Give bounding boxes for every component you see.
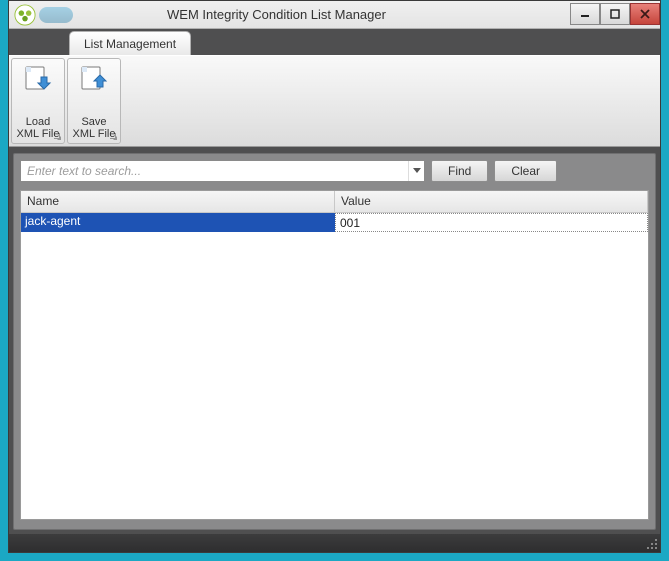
maximize-button[interactable] — [600, 3, 630, 25]
chevron-down-icon[interactable] — [408, 161, 424, 181]
grid-body: jack-agent 001 — [21, 213, 648, 232]
accent-pill — [39, 7, 73, 23]
find-button[interactable]: Find — [431, 160, 488, 182]
status-bar — [9, 534, 660, 552]
resize-grip-icon[interactable] — [644, 536, 658, 550]
app-icon — [11, 3, 39, 27]
grid-header: Name Value — [21, 191, 648, 213]
save-xml-icon — [78, 65, 110, 93]
titlebar: WEM Integrity Condition List Manager — [9, 1, 660, 29]
dialog-launcher-icon[interactable] — [52, 131, 62, 141]
ribbon: Load XML File Save XML File — [9, 55, 660, 147]
column-header-value[interactable]: Value — [335, 191, 648, 212]
results-grid[interactable]: Name Value jack-agent 001 — [20, 190, 649, 520]
load-xml-icon — [22, 65, 54, 93]
content-panel: Find Clear Name Value jack-agent 001 — [13, 153, 656, 530]
cell-name[interactable]: jack-agent — [21, 213, 335, 232]
search-row: Find Clear — [20, 160, 649, 182]
tab-list-management[interactable]: List Management — [69, 31, 191, 55]
column-header-name[interactable]: Name — [21, 191, 335, 212]
dialog-launcher-icon[interactable] — [108, 131, 118, 141]
window-title: WEM Integrity Condition List Manager — [43, 7, 570, 22]
search-input[interactable] — [21, 161, 408, 181]
clear-button[interactable]: Clear — [494, 160, 557, 182]
table-row[interactable]: jack-agent 001 — [21, 213, 648, 232]
load-xml-button[interactable]: Load XML File — [11, 58, 65, 144]
tab-strip: List Management — [9, 29, 660, 55]
minimize-button[interactable] — [570, 3, 600, 25]
tab-label: List Management — [84, 37, 176, 51]
app-window: WEM Integrity Condition List Manager Lis… — [0, 0, 669, 561]
close-button[interactable] — [630, 3, 660, 25]
search-combo[interactable] — [20, 160, 425, 182]
save-xml-button[interactable]: Save XML File — [67, 58, 121, 144]
cell-value[interactable]: 001 — [335, 213, 648, 232]
